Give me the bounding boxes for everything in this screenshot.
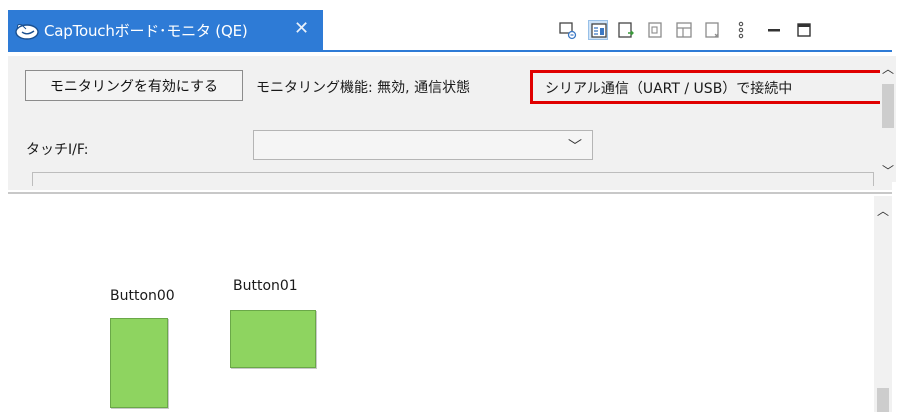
more-icon[interactable] bbox=[731, 20, 751, 40]
chevron-up-icon[interactable]: ︿ bbox=[880, 60, 896, 77]
monitor-view-icon[interactable] bbox=[588, 20, 608, 40]
tab-underline bbox=[8, 50, 892, 52]
tab-title: CapTouchボード･モニタ (QE) bbox=[44, 22, 248, 40]
chevron-down-icon: ﹀ bbox=[568, 139, 582, 155]
import-icon[interactable] bbox=[646, 20, 666, 40]
chevron-down-icon[interactable]: ﹀ bbox=[880, 162, 896, 179]
touch-if-label: タッチI/F: bbox=[26, 142, 89, 158]
enable-monitoring-button[interactable]: モニタリングを有効にする bbox=[25, 70, 243, 101]
button01-label: Button01 bbox=[233, 278, 298, 294]
panel-scrollbar[interactable]: ︿ ﹀ bbox=[880, 56, 896, 182]
export-icon[interactable] bbox=[616, 20, 636, 40]
pane-divider[interactable] bbox=[8, 192, 892, 194]
maximize-icon[interactable] bbox=[794, 20, 814, 40]
serial-connection-status: シリアル通信（UART / USB）で接続中 bbox=[530, 70, 888, 104]
captouch-monitor-tab[interactable]: CapTouchボード･モニタ (QE) ✕ bbox=[8, 10, 323, 50]
chevron-up-icon[interactable]: ︿ bbox=[874, 202, 892, 219]
scrollbar-thumb[interactable] bbox=[882, 84, 894, 128]
settings-icon[interactable] bbox=[703, 20, 723, 40]
touch-if-select[interactable]: ﹀ bbox=[253, 130, 593, 160]
panel-group-frame bbox=[32, 172, 874, 186]
scrollbar-thumb[interactable] bbox=[877, 388, 889, 412]
minimize-icon[interactable] bbox=[764, 20, 784, 40]
layout-icon[interactable] bbox=[674, 20, 694, 40]
captouch-hand-icon bbox=[14, 19, 40, 41]
monitor-control-panel: モニタリングを有効にする モニタリング機能: 無効, 通信状態 シリアル通信（U… bbox=[8, 56, 896, 190]
monitoring-status-text: モニタリング機能: 無効, 通信状態 bbox=[256, 80, 471, 96]
connect-icon[interactable] bbox=[558, 20, 578, 40]
canvas-scrollbar[interactable]: ︿ bbox=[874, 196, 892, 412]
view-tab-bar: CapTouchボード･モニタ (QE) ✕ bbox=[0, 0, 900, 56]
touch-button-canvas: Button00 Button01 bbox=[8, 196, 874, 412]
button00-label: Button00 bbox=[110, 288, 175, 304]
button01-pad[interactable] bbox=[230, 310, 316, 368]
button00-pad[interactable] bbox=[110, 318, 168, 408]
close-icon[interactable]: ✕ bbox=[294, 18, 309, 40]
